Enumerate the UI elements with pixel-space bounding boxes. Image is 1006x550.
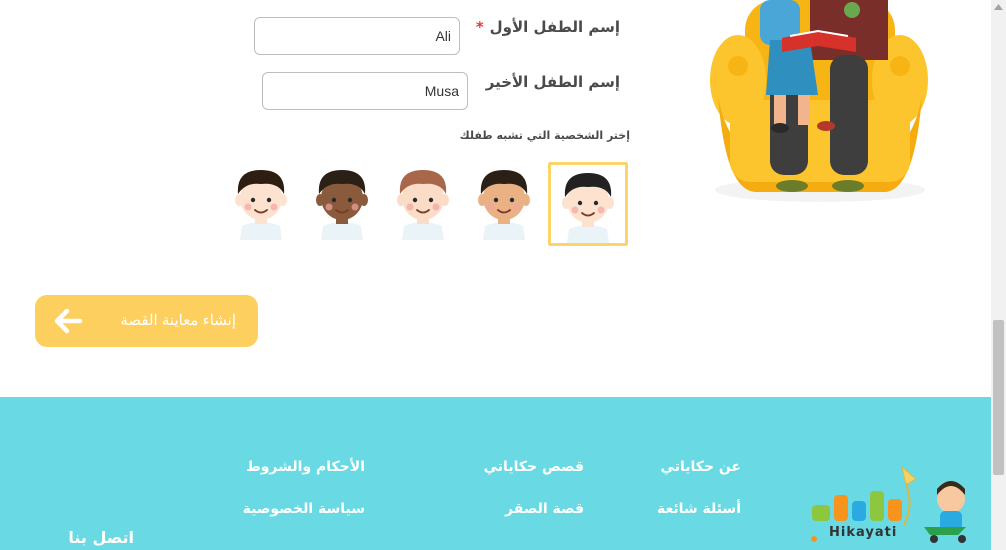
footer: عن حكاياتي أسئلة شائعة قصص حكاياتي قصة ا… (0, 397, 991, 550)
character-avatar-option[interactable] (224, 162, 304, 246)
boy-avatar-icon (478, 170, 530, 240)
footer-contact-heading: اتصل بنا (68, 528, 134, 547)
footer-link-privacy[interactable]: سياسة الخصوصية (243, 501, 365, 517)
footer-link-terms[interactable]: الأحكام والشروط (246, 459, 365, 475)
arrow-left-icon (54, 308, 83, 334)
footer-link-falcon-story[interactable]: قصة الصقر (505, 501, 584, 517)
footer-link-about[interactable]: عن حكاياتي (661, 459, 741, 475)
character-avatar-option[interactable] (386, 162, 466, 246)
boy-avatar-icon (397, 170, 449, 240)
create-story-preview-label: إنشاء معاينة القصة (120, 312, 236, 329)
create-story-preview-button[interactable]: إنشاء معاينة القصة (35, 295, 258, 347)
logo-text: Hikayati (829, 525, 898, 540)
boy-avatar-icon (562, 173, 614, 243)
boy-avatar-icon (316, 170, 368, 240)
first-name-input[interactable] (254, 17, 460, 55)
boy-avatar-icon (235, 170, 287, 240)
page: إسم الطفل الأول * إسم الطفل الأخير إختر ا… (0, 0, 991, 550)
page-scrollbar[interactable] (991, 0, 1006, 550)
required-asterisk: * (475, 18, 484, 36)
last-name-label: إسم الطفل الأخير (485, 73, 620, 91)
first-name-label-text: إسم الطفل الأول (489, 18, 620, 36)
character-avatar-option[interactable] (305, 162, 385, 246)
character-avatar-option[interactable] (548, 162, 628, 246)
reading-illustration (710, 0, 928, 202)
last-name-input[interactable] (262, 72, 468, 110)
scroll-up-icon[interactable] (994, 4, 1003, 10)
footer-link-faq[interactable]: أسئلة شائعة (657, 501, 741, 517)
first-name-label: إسم الطفل الأول * (476, 18, 620, 36)
character-avatar-option[interactable] (467, 162, 547, 246)
scrollbar-thumb[interactable] (993, 320, 1004, 475)
footer-link-stories[interactable]: قصص حكاياتي (484, 459, 584, 475)
character-choice-label: إختر الشخصية التي تشبه طفلك (459, 129, 630, 142)
